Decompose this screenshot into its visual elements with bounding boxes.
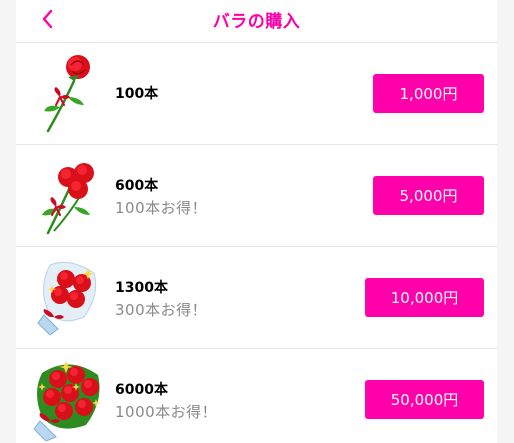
list-item: 1300本 300本お得！ 10,000円 (16, 247, 497, 349)
header: バラの購入 (16, 0, 497, 43)
price-button-50000[interactable]: 50,000円 (365, 380, 484, 419)
rose-count: 1300本 (115, 280, 168, 296)
page-title: バラの購入 (212, 12, 301, 32)
bonus-text: 1000本お得！ (115, 403, 218, 421)
list-item: 100本 1,000円 (16, 43, 497, 145)
bonus-text: 300本お得！ (115, 301, 208, 319)
price-button-10000[interactable]: 10,000円 (365, 278, 484, 317)
single-rose-icon (30, 51, 102, 135)
list-item: 600本 100本お得！ 5,000円 (16, 145, 497, 247)
bonus-text: 100本お得！ (115, 199, 208, 217)
price-button-5000[interactable]: 5,000円 (373, 176, 484, 215)
rose-bouquet-icon (30, 255, 102, 339)
rose-trio-icon (30, 153, 102, 237)
large-rose-bouquet-icon (30, 357, 102, 441)
rose-purchase-screen: バラの購入 100本 1,000円 600本 100本お得！ 5,000円 13… (16, 0, 497, 443)
rose-count: 600本 (115, 178, 159, 194)
price-button-1000[interactable]: 1,000円 (373, 74, 484, 113)
rose-count: 100本 (115, 86, 159, 102)
list-item: 6000本 1000本お得！ 50,000円 (16, 349, 497, 443)
rose-count: 6000本 (115, 382, 168, 398)
